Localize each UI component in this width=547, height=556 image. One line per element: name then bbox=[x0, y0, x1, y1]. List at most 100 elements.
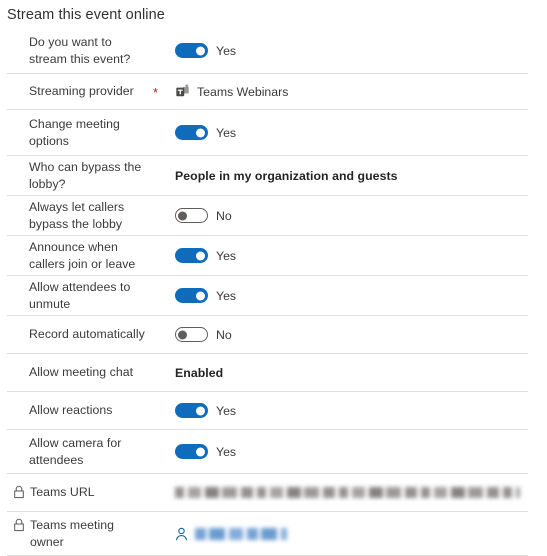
teams-meeting-owner-link[interactable] bbox=[175, 527, 287, 541]
row-label-announce-when-callers-join-or-leave: Announce when callers join or leave bbox=[29, 239, 136, 271]
settings-row-allow-meeting-chat: Allow meeting chat Enabled bbox=[7, 354, 528, 392]
toggle-do-you-want-to-stream-this-event[interactable]: Yes bbox=[175, 43, 236, 59]
required-asterisk-spacer bbox=[153, 371, 169, 374]
row-value-teams-url bbox=[169, 487, 520, 498]
page-title: Stream this event online bbox=[7, 7, 165, 23]
required-asterisk-spacer bbox=[153, 491, 169, 494]
row-value-teams-meeting-owner bbox=[169, 527, 520, 541]
required-asterisk-spacer bbox=[153, 532, 169, 535]
row-label-record-automatically: Record automatically bbox=[29, 327, 145, 341]
settings-row-allow-camera-for-attendees: Allow camera for attendees Yes bbox=[7, 430, 528, 474]
row-value-who-can-bypass-the-lobby: People in my organization and guests bbox=[169, 168, 520, 184]
row-value-allow-reactions: Yes bbox=[169, 403, 520, 419]
lock-icon bbox=[13, 485, 25, 499]
required-asterisk-spacer bbox=[153, 450, 169, 453]
toggle-state-label: Yes bbox=[216, 444, 237, 459]
settings-row-teams-meeting-owner: Teams meeting owner bbox=[7, 512, 528, 556]
toggle-switch[interactable] bbox=[175, 444, 208, 459]
settings-row-record-automatically: Record automatically No bbox=[7, 316, 528, 354]
toggle-state-label: No bbox=[216, 327, 232, 342]
toggle-state-label: Yes bbox=[216, 288, 237, 303]
row-label-allow-attendees-to-unmute: Allow attendees to unmute bbox=[29, 279, 131, 311]
row-label-streaming-provider: Streaming provider bbox=[29, 84, 134, 98]
toggle-knob bbox=[196, 291, 205, 300]
value-text: People in my organization and guests bbox=[175, 168, 398, 183]
required-asterisk-spacer bbox=[153, 131, 169, 134]
toggle-knob bbox=[196, 447, 205, 456]
toggle-always-let-callers-bypass-the-lobby[interactable]: No bbox=[175, 208, 232, 224]
row-label-teams-meeting-owner: Teams meeting owner bbox=[13, 517, 153, 551]
settings-row-list: Do you want to stream this event? Yes Stre… bbox=[0, 28, 547, 556]
row-label-text: Teams URL bbox=[30, 485, 95, 499]
settings-row-change-meeting-options: Change meeting options Yes bbox=[7, 110, 528, 156]
toggle-state-label: Yes bbox=[216, 43, 237, 58]
row-label-always-let-callers-bypass-the-lobby: Always let callers bypass the lobby bbox=[29, 199, 125, 231]
toggle-switch[interactable] bbox=[175, 327, 208, 342]
toggle-change-meeting-options[interactable]: Yes bbox=[175, 125, 236, 141]
toggle-knob bbox=[178, 211, 187, 220]
toggle-knob bbox=[196, 406, 205, 415]
settings-row-streaming-provider: Streaming provider * Teams Webinars bbox=[7, 74, 528, 110]
toggle-switch[interactable] bbox=[175, 248, 208, 263]
toggle-state-label: Yes bbox=[216, 248, 237, 263]
row-label-allow-camera-for-attendees: Allow camera for attendees bbox=[29, 435, 122, 467]
toggle-knob bbox=[196, 251, 205, 260]
settings-row-allow-attendees-to-unmute: Allow attendees to unmute Yes bbox=[7, 276, 528, 316]
streaming-provider-value[interactable]: Teams Webinars bbox=[175, 84, 288, 100]
row-label-allow-meeting-chat: Allow meeting chat bbox=[29, 365, 134, 379]
stream-event-online-panel: Stream this event online Do you want to … bbox=[0, 0, 547, 556]
toggle-knob bbox=[196, 128, 205, 137]
person-icon bbox=[175, 527, 188, 541]
row-value-do-you-want-to-stream-this-event: Yes bbox=[169, 43, 520, 59]
row-label-teams-url: Teams URL bbox=[13, 484, 153, 501]
teams-icon bbox=[175, 84, 190, 99]
toggle-announce-when-callers-join-or-leave[interactable]: Yes bbox=[175, 248, 236, 264]
row-value-announce-when-callers-join-or-leave: Yes bbox=[169, 248, 520, 264]
toggle-state-label: Yes bbox=[216, 403, 237, 418]
row-label-allow-reactions: Allow reactions bbox=[29, 403, 113, 417]
required-asterisk-spacer bbox=[153, 174, 169, 177]
settings-row-allow-reactions: Allow reactions Yes bbox=[7, 392, 528, 430]
row-value-always-let-callers-bypass-the-lobby: No bbox=[169, 208, 520, 224]
row-value-allow-camera-for-attendees: Yes bbox=[169, 444, 520, 460]
settings-row-who-can-bypass-the-lobby: Who can bypass the lobby? People in my or… bbox=[7, 156, 528, 196]
row-value-allow-attendees-to-unmute: Yes bbox=[169, 288, 520, 304]
toggle-allow-camera-for-attendees[interactable]: Yes bbox=[175, 444, 236, 460]
owner-name-redacted bbox=[195, 527, 287, 540]
toggle-allow-reactions[interactable]: Yes bbox=[175, 403, 236, 419]
toggle-record-automatically[interactable]: No bbox=[175, 327, 232, 343]
toggle-state-label: Yes bbox=[216, 125, 237, 140]
toggle-switch[interactable] bbox=[175, 403, 208, 418]
row-value-streaming-provider: Teams Webinars bbox=[169, 84, 520, 100]
lock-icon bbox=[13, 518, 25, 532]
toggle-knob bbox=[178, 330, 187, 339]
toggle-switch[interactable] bbox=[175, 208, 208, 223]
row-label-do-you-want-to-stream-this-event: Do you want to stream this event? bbox=[29, 34, 131, 66]
toggle-knob bbox=[196, 46, 205, 55]
required-asterisk-spacer bbox=[153, 254, 169, 257]
provider-name: Teams Webinars bbox=[197, 84, 289, 99]
value-text: Enabled bbox=[175, 365, 224, 380]
teams-url-value-redacted[interactable] bbox=[175, 487, 520, 498]
required-asterisk-spacer bbox=[153, 409, 169, 412]
settings-row-do-you-want-to-stream-this-event: Do you want to stream this event? Yes bbox=[7, 28, 528, 74]
row-label-change-meeting-options: Change meeting options bbox=[29, 116, 120, 148]
toggle-switch[interactable] bbox=[175, 288, 208, 303]
row-value-change-meeting-options: Yes bbox=[169, 125, 520, 141]
row-label-text: Teams meeting owner bbox=[30, 517, 115, 549]
toggle-switch[interactable] bbox=[175, 43, 208, 58]
toggle-switch[interactable] bbox=[175, 125, 208, 140]
settings-row-announce-when-callers-join-or-leave: Announce when callers join or leave Yes bbox=[7, 236, 528, 276]
settings-row-always-let-callers-bypass-the-lobby: Always let callers bypass the lobby No bbox=[7, 196, 528, 236]
required-asterisk: * bbox=[153, 85, 159, 100]
required-asterisk-spacer bbox=[153, 49, 169, 52]
toggle-state-label: No bbox=[216, 208, 232, 223]
row-value-record-automatically: No bbox=[169, 327, 520, 343]
row-value-allow-meeting-chat: Enabled bbox=[169, 365, 520, 381]
required-asterisk-spacer bbox=[153, 333, 169, 336]
required-asterisk-spacer bbox=[153, 214, 169, 217]
toggle-allow-attendees-to-unmute[interactable]: Yes bbox=[175, 288, 236, 304]
row-label-who-can-bypass-the-lobby: Who can bypass the lobby? bbox=[29, 159, 142, 191]
settings-row-teams-url: Teams URL bbox=[7, 474, 528, 512]
required-asterisk-spacer bbox=[153, 294, 169, 297]
